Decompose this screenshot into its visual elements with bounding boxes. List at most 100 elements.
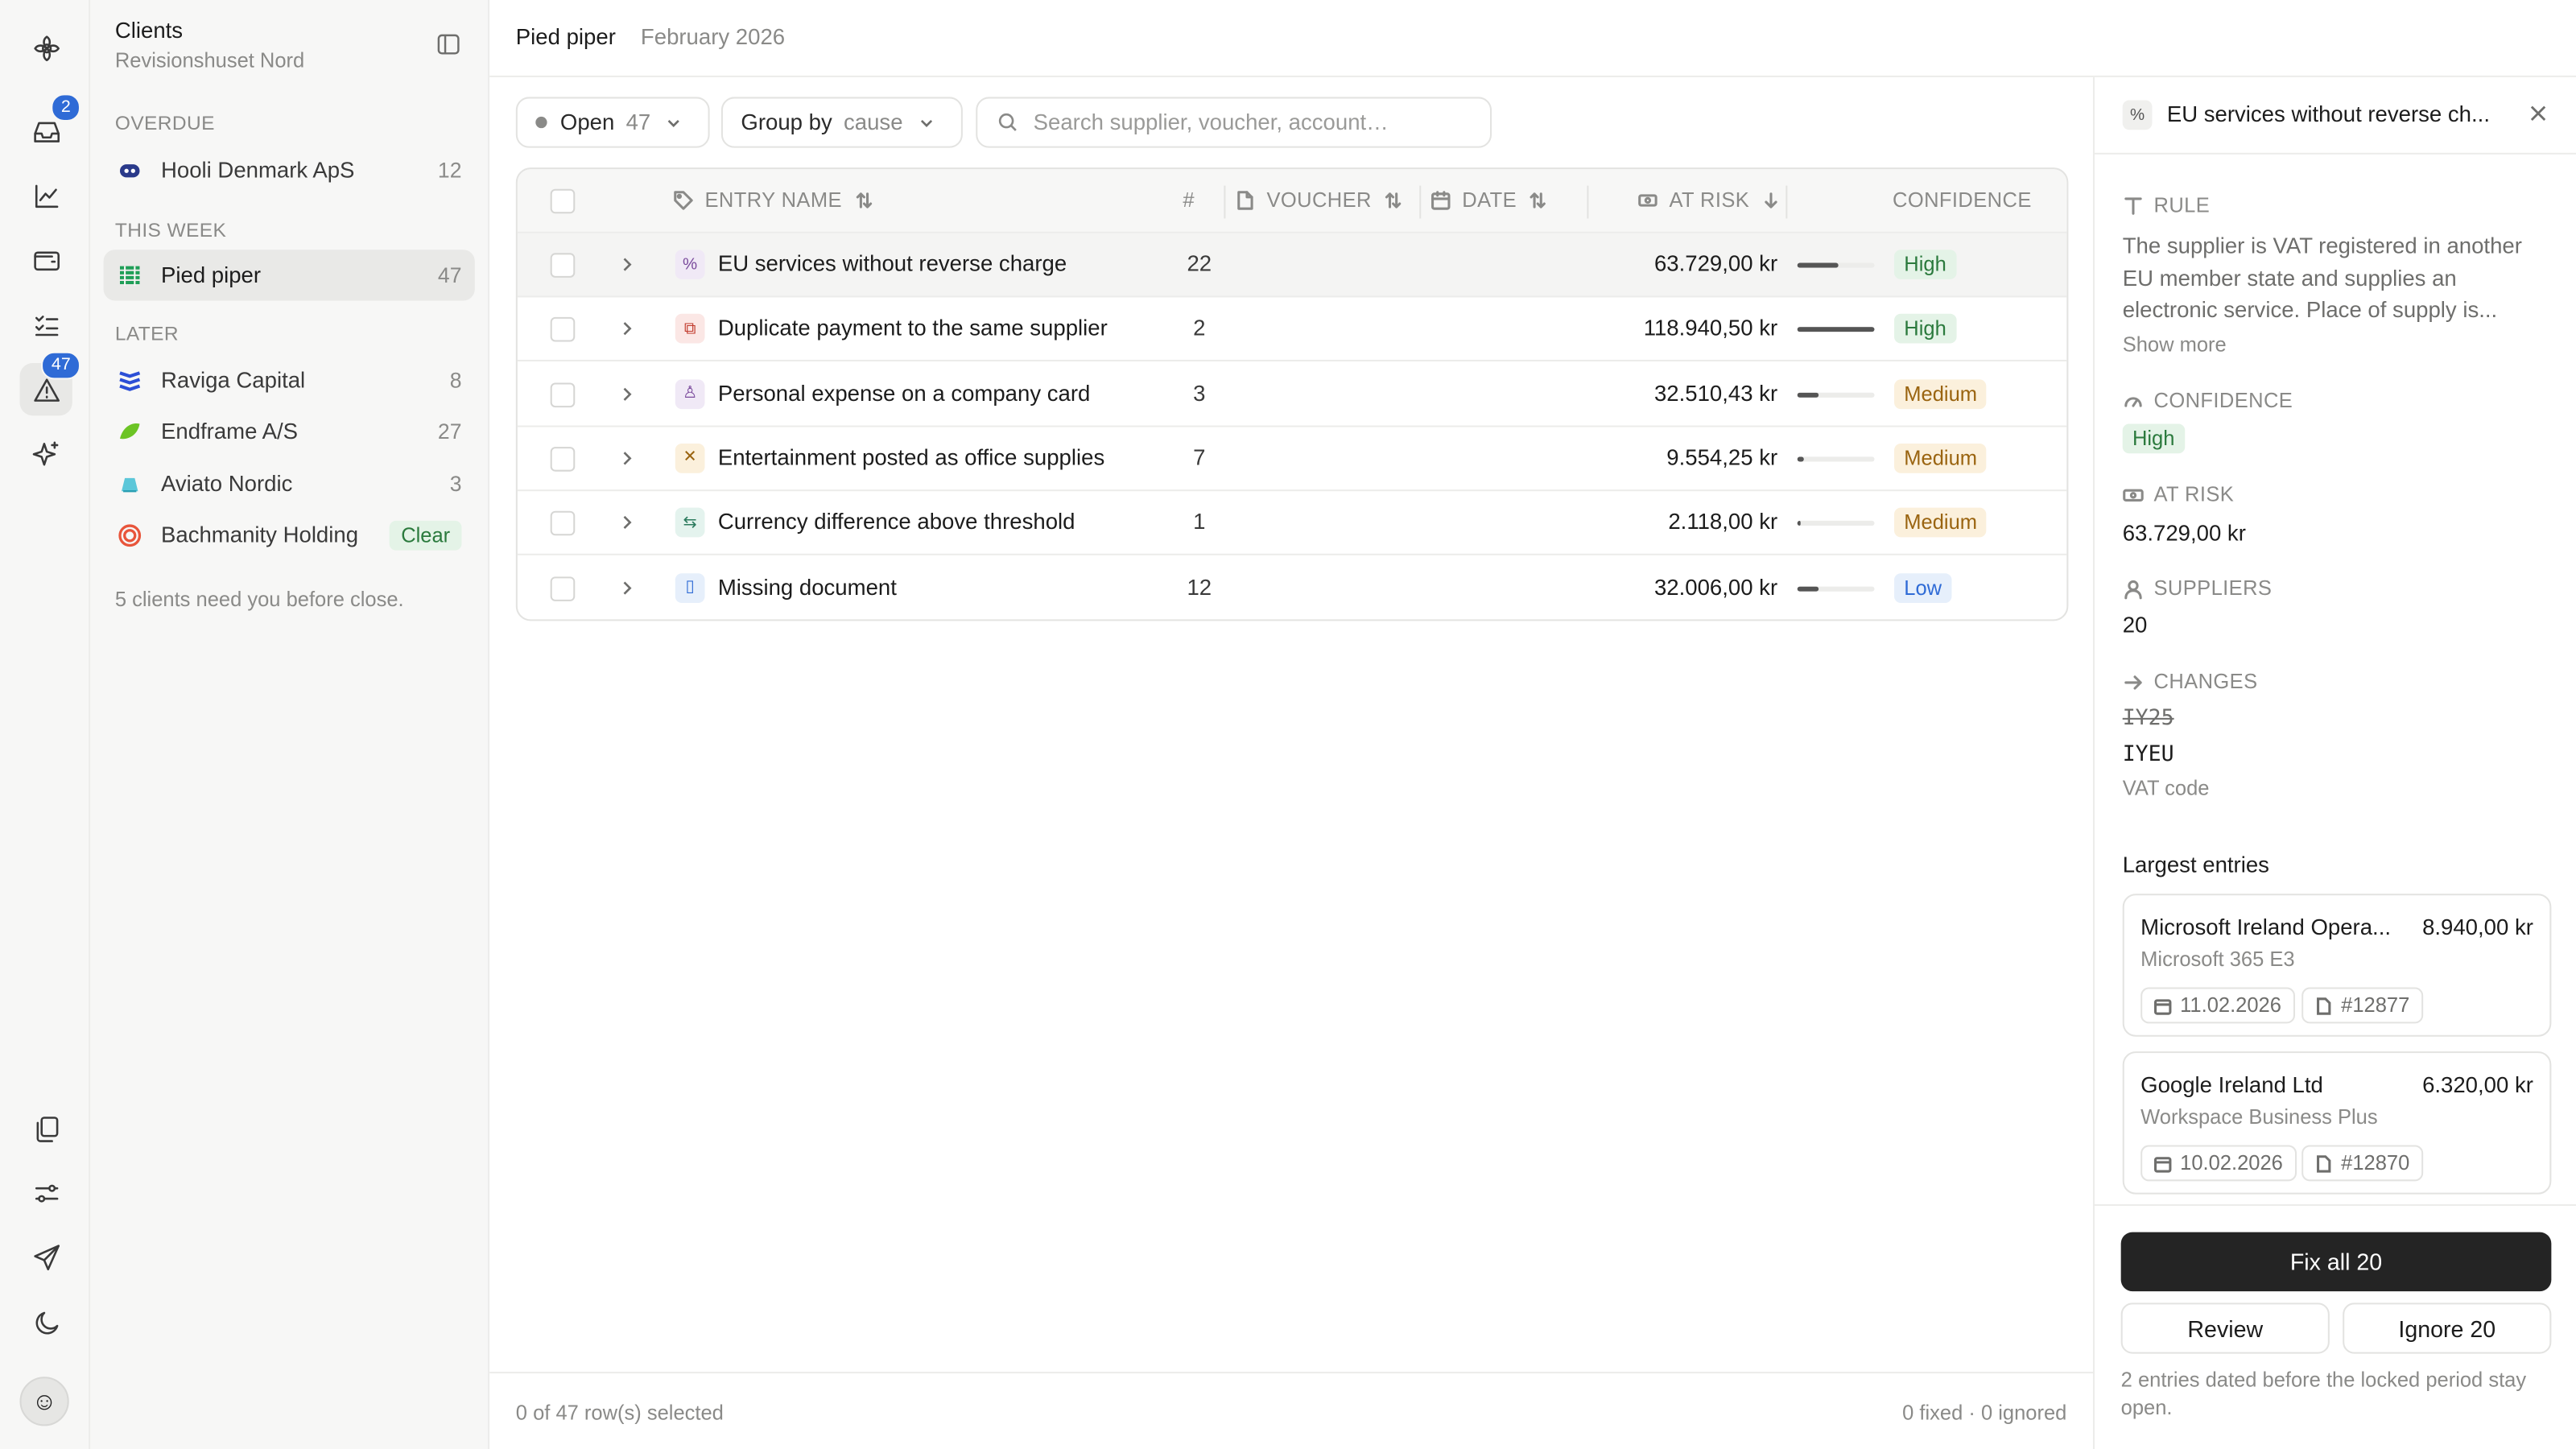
column-label: AT RISK <box>1669 188 1750 213</box>
label-text: CHANGES <box>2153 670 2258 694</box>
calendar-icon <box>2153 1156 2172 1172</box>
entry-amount: 8.940,00 kr <box>2422 914 2533 940</box>
checklist-icon[interactable] <box>19 297 72 349</box>
change-from-code: IY25 <box>2122 706 2174 732</box>
select-all-checkbox[interactable] <box>550 188 576 214</box>
ignore-button[interactable]: Ignore 20 <box>2343 1302 2552 1354</box>
chevron-right-icon[interactable] <box>617 513 637 532</box>
entry-at-risk: 118.940,50 kr <box>1643 316 1778 341</box>
collapse-sidebar-icon[interactable] <box>437 33 460 56</box>
close-icon[interactable] <box>2529 104 2548 123</box>
group-by-select[interactable]: Group by cause <box>720 97 963 148</box>
chevron-right-icon[interactable] <box>617 254 637 274</box>
entry-card[interactable]: Google Ireland Ltd 6.320,00 kr Workspace… <box>2122 1051 2552 1195</box>
percent-icon: % <box>2122 100 2153 130</box>
calendar-icon <box>1431 191 1451 210</box>
search-icon <box>998 113 1017 131</box>
client-name: Bachmanity Holding <box>160 522 359 547</box>
bachmanity-logo-icon <box>118 523 142 547</box>
table-row[interactable]: ⇆ Currency difference above threshold 1 2.1… <box>517 492 2067 556</box>
at-risk-label: AT RISK <box>2123 483 2235 506</box>
confidence-badge: High <box>1894 250 1957 279</box>
table-row[interactable]: ♙ Personal expense on a company card 3 32.5… <box>517 362 2067 427</box>
inbox-icon[interactable]: 2 <box>19 93 80 158</box>
review-button[interactable]: Review <box>2120 1302 2330 1354</box>
client-item-pied-piper[interactable]: Pied piper 47 <box>103 250 475 301</box>
entry-at-risk: 9.554,25 kr <box>1666 444 1778 470</box>
breadcrumb: Pied piper February 2026 <box>489 0 2576 77</box>
column-entry-name[interactable]: ENTRY NAME <box>674 189 873 212</box>
entry-voucher-chip[interactable]: #12870 <box>2301 1145 2423 1182</box>
client-item-bachmanity[interactable]: Bachmanity Holding Clear <box>104 510 475 560</box>
confidence-badge: Medium <box>1894 378 1988 409</box>
sort-descending-icon[interactable] <box>1761 191 1780 210</box>
client-count: 47 <box>437 262 462 288</box>
calendar-icon <box>2153 998 2172 1014</box>
breadcrumb-client[interactable]: Pied piper <box>516 25 616 50</box>
entry-at-risk: 2.118,00 kr <box>1668 510 1778 535</box>
alert-icon[interactable]: 47 <box>19 351 80 416</box>
sidebar-subtitle: Revisionshuset Nord <box>114 49 305 72</box>
row-checkbox[interactable] <box>550 253 576 278</box>
group-by-value: cause <box>844 109 903 135</box>
label-text: CONFIDENCE <box>2153 389 2293 413</box>
copy-icon: ⧉ <box>675 314 705 345</box>
table-row[interactable]: ⧉ Duplicate payment to the same supplier 2… <box>517 298 2067 362</box>
chevron-right-icon[interactable] <box>617 577 637 597</box>
settings-sliders-icon[interactable] <box>19 1166 72 1219</box>
entry-voucher-chip[interactable]: #12877 <box>2301 987 2423 1024</box>
risk-bar <box>1797 456 1875 462</box>
send-icon[interactable] <box>19 1231 72 1283</box>
client-name: Endframe A/S <box>160 419 298 444</box>
chevron-right-icon[interactable] <box>617 384 637 403</box>
row-checkbox[interactable] <box>550 317 576 343</box>
column-confidence: CONFIDENCE <box>1893 189 2032 213</box>
client-item-raviga[interactable]: Raviga Capital 8 <box>104 355 475 406</box>
client-item-endframe[interactable]: Endframe A/S 27 <box>104 406 475 456</box>
label-text: RULE <box>2153 193 2211 217</box>
client-count: 8 <box>449 368 462 393</box>
row-checkbox[interactable] <box>550 511 576 536</box>
row-checkbox[interactable] <box>550 382 576 407</box>
avatar[interactable]: ☺ <box>19 1377 69 1426</box>
app-logo-icon[interactable] <box>19 22 72 74</box>
column-date[interactable]: DATE <box>1431 189 1548 212</box>
fix-all-button[interactable]: Fix all 20 <box>2120 1232 2552 1292</box>
sidebar-title: Clients <box>114 18 184 43</box>
entry-description: Microsoft 365 E3 <box>2140 947 2295 972</box>
row-checkbox[interactable] <box>550 446 576 472</box>
sort-icon[interactable] <box>853 191 873 210</box>
column-at-risk[interactable]: AT RISK <box>1638 188 1781 213</box>
sort-icon[interactable] <box>1528 191 1547 210</box>
sparkle-icon[interactable] <box>19 427 72 480</box>
panel-title: EU services without reverse ch... <box>2166 101 2490 127</box>
chart-icon[interactable] <box>19 169 72 221</box>
column-label: CONFIDENCE <box>1893 188 2032 213</box>
moon-icon[interactable] <box>19 1296 72 1348</box>
wallet-icon[interactable] <box>19 233 72 286</box>
arrow-right-icon <box>2124 675 2142 689</box>
confidence-label: CONFIDENCE <box>2123 389 2293 413</box>
show-more-link[interactable]: Show more <box>2123 333 2227 357</box>
entry-card[interactable]: Microsoft Ireland Opera... 8.940,00 kr M… <box>2122 894 2552 1037</box>
sort-icon[interactable] <box>1383 191 1402 210</box>
risk-bar-fill <box>1797 391 1818 398</box>
client-item-hooli[interactable]: Hooli Denmark ApS 12 <box>104 145 475 196</box>
risk-bar-fill <box>1797 262 1839 268</box>
raviga-logo-icon <box>119 370 141 390</box>
table-row[interactable]: ▯ Missing document 12 32.006,00 kr Low <box>517 556 2067 620</box>
row-checkbox[interactable] <box>550 576 576 601</box>
chevron-right-icon[interactable] <box>617 448 637 468</box>
column-divider <box>1224 185 1226 219</box>
column-voucher[interactable]: VOUCHER <box>1236 189 1403 212</box>
copy-docs-icon[interactable] <box>19 1102 72 1154</box>
rule-label: RULE <box>2123 194 2210 217</box>
status-filter[interactable]: Open 47 <box>515 97 710 148</box>
icon-rail: 2 47 ☺ <box>0 0 91 1449</box>
client-item-aviato[interactable]: Aviato Nordic 3 <box>104 458 475 509</box>
search-input[interactable]: Search supplier, voucher, account… <box>976 97 1492 148</box>
table-row[interactable]: ✕ Entertainment posted as office supplies… <box>517 427 2067 491</box>
at-risk-value: 63.729,00 kr <box>2122 520 2246 546</box>
chevron-right-icon[interactable] <box>617 320 637 339</box>
table-row[interactable]: % EU services without reverse charge 22 63.… <box>517 233 2067 298</box>
